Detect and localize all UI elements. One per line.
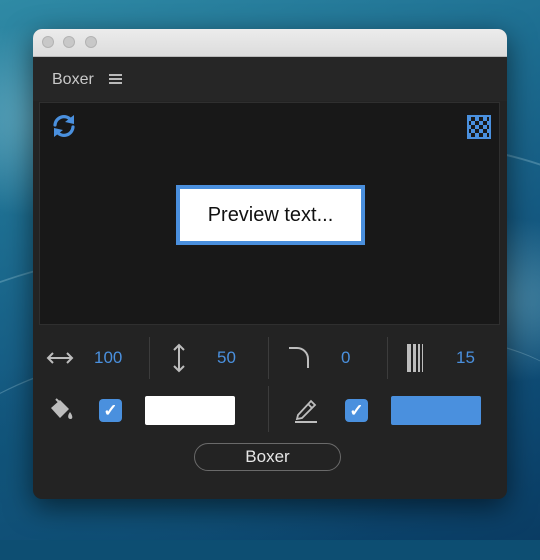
boxer-button[interactable]: Boxer <box>194 443 341 471</box>
checkmark-icon: ✓ <box>103 400 118 420</box>
corner-radius-value[interactable]: 0 <box>341 348 350 368</box>
height-value[interactable]: 50 <box>217 348 236 368</box>
corner-radius-icon <box>289 347 309 368</box>
paint-bucket-icon <box>51 398 73 419</box>
boxer-button-label: Boxer <box>245 447 290 466</box>
pen-icon <box>295 399 317 423</box>
zoom-window-button[interactable] <box>85 36 97 48</box>
checkerboard-icon[interactable] <box>467 115 491 139</box>
vertical-resize-icon <box>173 343 185 373</box>
divider <box>268 386 269 432</box>
preview-area: Preview text... <box>39 102 500 325</box>
divider <box>387 337 388 379</box>
close-window-button[interactable] <box>42 36 54 48</box>
window-titlebar[interactable] <box>33 29 507 57</box>
horizontal-resize-icon <box>46 352 74 364</box>
stroke-width-icon <box>407 344 423 372</box>
hamburger-menu-icon[interactable] <box>109 74 123 85</box>
stroke-color-swatch[interactable] <box>391 396 481 425</box>
refresh-icon[interactable] <box>51 113 77 139</box>
minimize-window-button[interactable] <box>63 36 75 48</box>
panel-header: Boxer <box>33 57 507 101</box>
divider <box>149 337 150 379</box>
fill-enabled-checkbox[interactable]: ✓ <box>99 399 122 422</box>
width-value[interactable]: 100 <box>94 348 122 368</box>
stroke-enabled-checkbox[interactable]: ✓ <box>345 399 368 422</box>
panel-title: Boxer <box>52 71 94 88</box>
stroke-width-value[interactable]: 15 <box>456 348 475 368</box>
checkmark-icon: ✓ <box>349 400 364 420</box>
preview-box: Preview text... <box>176 185 365 245</box>
boxer-window: Boxer Preview text... 100 50 0 15 ✓ ✓ Bo… <box>33 29 507 499</box>
preview-text: Preview text... <box>207 203 334 226</box>
fill-color-swatch[interactable] <box>145 396 235 425</box>
divider <box>268 337 269 379</box>
